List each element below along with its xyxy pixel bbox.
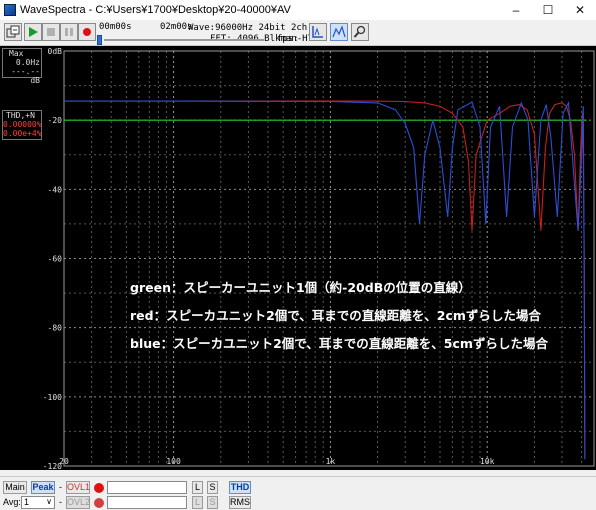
sub-field[interactable] [107,496,187,509]
avg-label: Avg: [3,497,21,507]
record-dot-icon[interactable] [94,483,104,493]
x-tick-label: 1k [326,457,336,466]
spectrum-icon [332,25,346,38]
window-shape-icon [312,26,323,38]
thd-readout: THD,+N 0.00000% 0.00e+4% [2,110,42,140]
dash-1: - [59,482,62,492]
magnifier-icon [353,25,366,38]
position-track[interactable] [104,39,264,41]
y-tick-label: -40 [48,185,63,194]
annotation-text: blue：スピーカユニット2個で、耳までの直線距離を、5cmずらした場合 [130,336,548,351]
wave-info: Wave:96000Hz 24bit 2ch [188,23,308,33]
s-button-1[interactable]: S [207,481,218,494]
play-icon [29,27,38,37]
peak-button[interactable]: Peak [31,481,55,494]
l-button-1[interactable]: L [192,481,203,494]
app-icon [4,4,16,16]
stop-button[interactable] [42,23,60,41]
s-button-2[interactable]: S [207,496,218,509]
x-tick-label: 10k [480,457,495,466]
record-button[interactable] [78,23,96,41]
thd-button[interactable]: THD [229,481,251,494]
max-level: ---.--dB [11,67,40,85]
annotation-text: green：スピーカーユニット1個（約-20dBの位置の直線） [130,280,471,295]
pause-button[interactable] [60,23,78,41]
spectrum-chart: 0dB-20-40-60-80-100-120 20 100 1k 10k green… [43,46,596,471]
thd-label: THD,+N [6,111,35,120]
device-icon[interactable] [4,23,22,41]
record-icon [83,28,91,36]
window-title: WaveSpectra - C:¥Users¥1700¥Desktop¥20-4… [20,4,291,16]
title-bar: WaveSpectra - C:¥Users¥1700¥Desktop¥20-4… [0,0,596,20]
toolbar: 00m00s 02m00s Wave:96000Hz 24bit 2ch FFT… [0,20,596,46]
thd-db: 0.00e+4% [3,129,42,138]
readout-panel: Max 0.0Hz ---.--dB THD,+N 0.00000% 0.00e… [0,46,44,470]
stop-icon [47,28,55,36]
dash-2: - [59,497,62,507]
x-tick-label: 100 [166,457,181,466]
y-tick-label: -100 [44,393,62,402]
annotation-text: red：スピーカユニット2個で、耳までの直線距離を、2cmずらした場合 [130,308,541,323]
main-field[interactable] [107,481,187,494]
max-label: Max [9,49,24,58]
maximize-button[interactable]: ☐ [532,0,564,20]
ovl1-indicator: OVL1 [66,481,91,494]
l-button-2[interactable]: L [192,496,203,509]
y-tick-label: -80 [48,324,63,333]
ovl2-indicator: OVL2 [66,496,91,509]
spectrum-view-button[interactable] [330,23,348,41]
max-readout: Max 0.0Hz ---.--dB [2,48,42,85]
avg-select[interactable]: 1 ∨ [21,496,55,509]
main-button[interactable]: Main [3,481,27,494]
spectrum-plot[interactable]: 0dB -20 -40 -60 -80 -100 -120 20 100 1k 10k green… [43,46,596,471]
y-tick-label: 0dB [48,47,63,56]
max-frequency: 0.0Hz [15,58,40,67]
close-button[interactable]: ✕ [564,0,596,20]
avg-value: 1 [24,497,30,507]
device-glyph-icon [6,25,20,38]
minimize-button[interactable]: – [500,0,532,20]
settings-button[interactable] [351,23,369,41]
chevron-down-icon: ∨ [46,497,52,506]
y-tick-label: -60 [48,255,63,264]
y-tick-label: -20 [48,116,63,125]
window-function-button[interactable] [309,23,327,41]
rms-button[interactable]: RMS [229,496,251,509]
x-tick-label: 20 [59,457,69,466]
record-dot-icon[interactable] [94,498,104,508]
thd-percent: 0.00000% [3,120,42,129]
play-button[interactable] [24,23,42,41]
bottom-bar: Main Peak - OVL1 L S THD Avg: 1 ∨ - OVL2… [0,476,596,510]
pause-icon [65,28,73,36]
time-start: 00m00s [99,22,132,32]
position-slider[interactable] [97,35,102,45]
fps-label: fps: [277,34,299,44]
